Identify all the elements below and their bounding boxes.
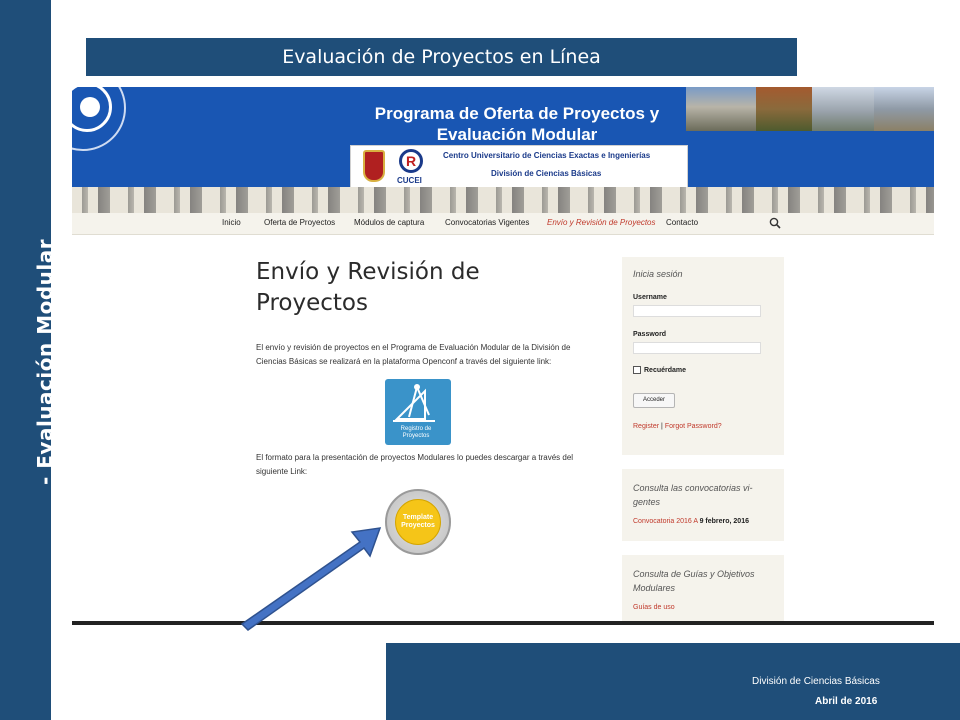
registro-label-line2: Proyectos <box>402 433 430 439</box>
nav-item-envio-revision[interactable]: Envío y Revisión de Proyectos <box>547 218 656 227</box>
footer-department: División de Ciencias Básicas <box>752 676 880 687</box>
intro-paragraph: El envío y revisión de proyectos en el P… <box>256 343 571 366</box>
page-title-line1: Envío y Revisión de <box>256 259 480 285</box>
acceder-button[interactable]: Acceder <box>633 393 675 408</box>
site-header: Programa de Oferta de Proyectos y Evalua… <box>72 87 934 189</box>
template-button-face: Template Proyectos <box>395 499 441 545</box>
drafting-tools-icon <box>393 384 435 422</box>
login-widget: Inicia sesión Username Password Recuérda… <box>622 257 784 455</box>
nav-item-convocatorias[interactable]: Convocatorias Vigentes <box>445 218 529 227</box>
registro-label: Registro de Proyectos <box>385 426 447 440</box>
template-paragraph: El formato para la presentación de proye… <box>256 453 574 476</box>
campus-photo-1 <box>686 87 756 131</box>
nav-item-inicio[interactable]: Inicio <box>222 218 241 227</box>
program-title: Programa de Oferta de Proyectos y Evalua… <box>342 103 692 145</box>
convocatorias-title: Consulta las convocatorias vi-gentes <box>633 483 753 507</box>
website-screenshot: Programa de Oferta de Proyectos y Evalua… <box>72 87 934 623</box>
registro-label-line1: Registro de <box>400 426 432 432</box>
division-name: División de Ciencias Básicas <box>491 169 602 178</box>
cucei-abbr: CUCEI <box>397 176 422 185</box>
username-label: Username <box>633 294 667 301</box>
template-label-line1: Template <box>402 514 434 521</box>
nav-item-oferta[interactable]: Oferta de Proyectos <box>264 218 335 227</box>
page-title-line2: Proyectos <box>256 290 368 316</box>
registro-proyectos-button[interactable]: Registro de Proyectos <box>385 379 451 445</box>
convocatoria-entry: Convocatoria 2016 A 9 febrero, 2016 <box>633 518 749 525</box>
register-link[interactable]: Register <box>633 423 659 430</box>
login-title: Inicia sesión <box>633 269 683 279</box>
password-label: Password <box>633 331 667 338</box>
cucei-logo-icon: R <box>399 149 423 173</box>
guias-title: Consulta de Guías y Objetivos Modulares <box>633 569 755 593</box>
vertical-section-label: - Evaluación Modular <box>33 238 57 485</box>
footer-date: Abril de 2016 <box>815 696 878 707</box>
remember-label: Recuérdame <box>644 367 687 374</box>
template-label-line2: Proyectos <box>401 522 435 529</box>
forgot-password-link[interactable]: Forgot Password? <box>665 423 722 430</box>
campus-photo-2 <box>756 87 812 131</box>
password-input[interactable] <box>633 342 761 354</box>
template-proyectos-button[interactable]: Template Proyectos <box>385 489 451 555</box>
site-navbar: Inicio Oferta de Proyectos Módulos de ca… <box>72 213 934 235</box>
program-title-line2: Evaluación Modular <box>436 125 598 144</box>
guias-link[interactable]: Guías de uso <box>633 604 675 611</box>
molecule-pattern-strip <box>72 187 934 213</box>
nav-item-contacto[interactable]: Contacto <box>666 218 698 227</box>
university-logo-box: R CUCEI Centro Universitario de Ciencias… <box>350 145 688 189</box>
page-title: Envío y Revisión de Proyectos <box>256 257 556 319</box>
convocatoria-link[interactable]: Convocatoria 2016 A <box>633 518 698 525</box>
search-icon[interactable] <box>769 217 781 229</box>
convocatoria-date: 9 febrero, 2016 <box>699 518 749 525</box>
campus-photo-4 <box>874 87 934 131</box>
username-input[interactable] <box>633 305 761 317</box>
remember-checkbox[interactable] <box>633 366 641 374</box>
template-label: Template Proyectos <box>401 514 435 530</box>
centro-universitario-name: Centro Universitario de Ciencias Exactas… <box>443 151 651 160</box>
nav-item-modulos[interactable]: Módulos de captura <box>354 218 424 227</box>
decorative-dot-icon <box>80 97 100 117</box>
campus-photo-3 <box>812 87 874 131</box>
pointer-arrow-icon <box>240 527 382 631</box>
program-title-line1: Programa de Oferta de Proyectos y <box>374 104 660 123</box>
slide-title-banner: Evaluación de Proyectos en Línea <box>86 38 797 76</box>
convocatorias-widget: Consulta las convocatorias vi-gentes Con… <box>622 469 784 541</box>
site-bottom-border <box>72 621 934 625</box>
login-links: Register | Forgot Password? <box>633 423 722 430</box>
udg-crest-icon <box>363 150 385 182</box>
guias-widget: Consulta de Guías y Objetivos Modulares … <box>622 555 784 623</box>
link-separator: | <box>661 423 663 430</box>
